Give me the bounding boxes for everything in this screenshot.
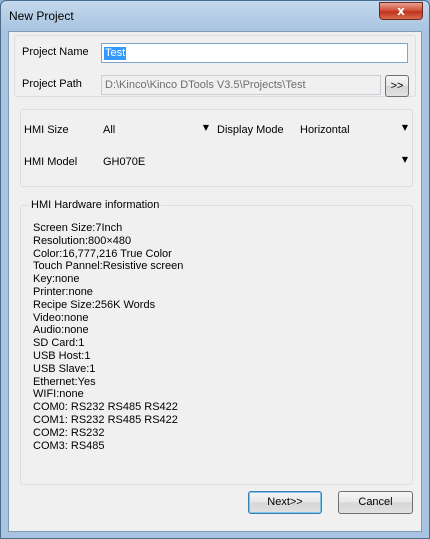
hardware-info-line: USB Host:1: [33, 349, 91, 362]
hardware-info-line: Printer:none: [33, 285, 93, 298]
hardware-info-line: COM3: RS485: [33, 439, 105, 452]
hmi-model-select[interactable]: GH070E ▼: [100, 152, 411, 172]
hmi-model-label: HMI Model: [24, 156, 78, 168]
hardware-info-legend: HMI Hardware information: [29, 199, 162, 211]
project-name-value: Test: [104, 47, 127, 60]
hardware-info-line: Video:none: [33, 311, 89, 324]
close-icon: x: [397, 4, 405, 18]
hardware-info-line: Touch Pannel:Resistive screen: [33, 260, 184, 273]
hardware-info-line: Screen Size:7Inch: [33, 222, 123, 234]
browse-label: >>: [390, 80, 404, 92]
chevron-down-icon: ▼: [401, 155, 408, 164]
hmi-settings-group: HMI Size All ▼ Display Mode Horizontal ▼…: [20, 109, 413, 187]
hardware-info-line: COM0: RS232 RS485 RS422: [33, 401, 178, 414]
display-mode-label: Display Mode: [217, 124, 284, 136]
hardware-info-line: Key:none: [33, 273, 80, 286]
hardware-info-group: HMI Hardware information Screen Size:7In…: [20, 199, 413, 485]
project-name-label: Project Name: [22, 46, 89, 58]
chevron-down-icon: ▼: [401, 123, 408, 132]
display-mode-value: Horizontal: [300, 124, 350, 136]
hardware-info-line: SD Card:1: [33, 337, 85, 350]
hardware-info-line: Resolution:800×480: [33, 234, 132, 247]
hardware-info-line: Audio:none: [33, 324, 89, 337]
hmi-size-select[interactable]: All ▼: [100, 120, 212, 140]
hardware-info-line: Ethernet:Yes: [33, 375, 96, 388]
next-button[interactable]: Next>>: [248, 491, 322, 514]
project-group: Project Name Test Project Path D:\Kinco\…: [14, 35, 416, 97]
hardware-info-line: Recipe Size:256K Words: [33, 298, 156, 311]
project-path-label: Project Path: [22, 78, 82, 90]
browse-path-button[interactable]: >>: [385, 75, 409, 97]
next-button-label: Next>>: [267, 496, 303, 508]
cancel-button-label: Cancel: [358, 496, 393, 508]
hardware-info-line: COM1: RS232 RS485 RS422: [33, 413, 178, 426]
chevron-down-icon: ▼: [202, 123, 209, 132]
close-button[interactable]: x: [379, 2, 423, 20]
hardware-info-line: WIFI:none: [33, 388, 84, 401]
hardware-info-line: COM2: RS232: [33, 426, 105, 439]
project-name-input[interactable]: Test: [101, 43, 408, 63]
dialog-body: Project Name Test Project Path D:\Kinco\…: [8, 31, 422, 532]
hmi-model-value: GH070E: [103, 156, 146, 168]
hmi-size-label: HMI Size: [24, 124, 69, 136]
display-mode-select[interactable]: Horizontal ▼: [297, 120, 411, 140]
project-path-field: D:\Kinco\Kinco DTools V3.5\Projects\Test: [101, 75, 381, 95]
cancel-button[interactable]: Cancel: [338, 491, 413, 514]
hardware-info-list: Screen Size:7Inch Resolution:800×480 Color…: [33, 222, 183, 452]
title-bar[interactable]: New Project x: [1, 1, 429, 31]
new-project-dialog: New Project x Project Name Test Project …: [0, 0, 430, 539]
hardware-info-line: USB Slave:1: [33, 362, 96, 375]
hardware-info-line: Color:16,777,216 True Color: [33, 247, 172, 260]
project-path-value: D:\Kinco\Kinco DTools V3.5\Projects\Test: [105, 79, 306, 91]
hmi-size-value: All: [103, 124, 116, 136]
window-title: New Project: [9, 9, 74, 23]
